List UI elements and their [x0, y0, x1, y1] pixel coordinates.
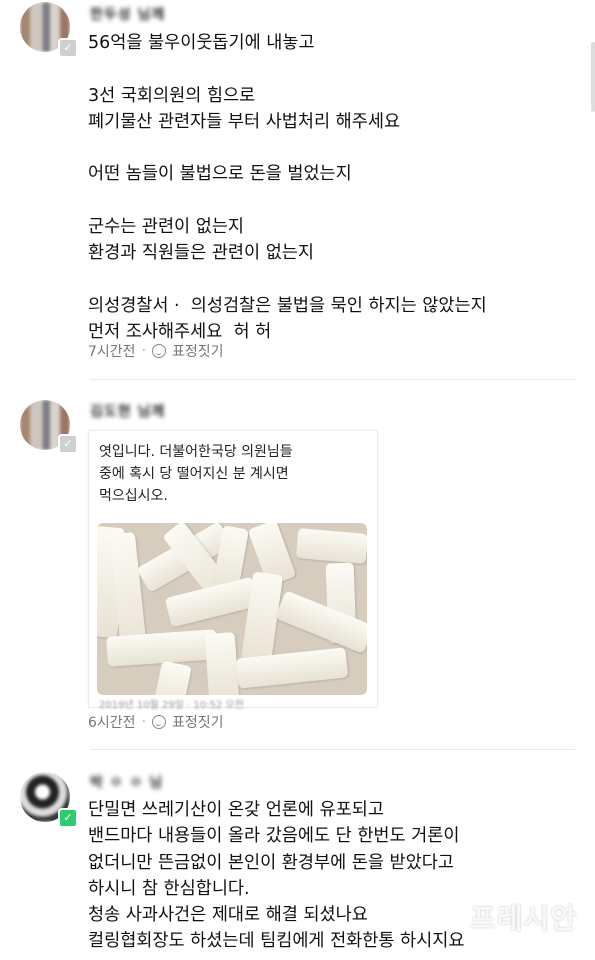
meta-separator: ·	[141, 714, 147, 730]
react-button[interactable]: 표정짓기	[172, 712, 224, 732]
image-caption: 엿입니다. 더불어한국당 의원님들 중에 혹시 당 떨어지신 분 계시면 먹으십…	[99, 444, 293, 504]
comment-text: 56억을 불우이웃돕기에 내놓고 3선 국회의원의 힘으로 폐기물산 관련자들 …	[88, 33, 487, 343]
author-name[interactable]: 김도현 님께	[90, 401, 165, 420]
smile-icon[interactable]	[152, 715, 167, 729]
react-button[interactable]: 표정짓기	[172, 341, 224, 361]
comment-text: 단밀면 쓰레기산이 온갖 언론에 유포되고 밴드마다 내용들이 올라 갔음에도 …	[88, 800, 465, 952]
level-badge-icon: ✓	[58, 38, 78, 58]
level-badge-icon: ✓	[58, 808, 78, 828]
comment-meta: 6시간전 · 표정짓기	[88, 712, 224, 732]
taffy-photo	[97, 523, 367, 695]
image-date: 2019년 10월 29일 · 10:52 오전	[99, 700, 244, 711]
divider	[90, 379, 575, 380]
level-badge-icon: ✓	[58, 434, 78, 454]
comment-meta: 7시간전 · 표정짓기	[88, 341, 224, 361]
comment-time: 6시간전	[88, 715, 136, 731]
comment-time: 7시간전	[88, 344, 136, 360]
author-name[interactable]: 한두성 님께	[90, 4, 165, 23]
watermark-logo: 프레시안	[469, 902, 577, 935]
attached-image[interactable]: 엿입니다. 더불어한국당 의원님들 중에 혹시 당 떨어지신 분 계시면 먹으십…	[88, 430, 378, 711]
smile-icon[interactable]	[152, 344, 167, 358]
author-name[interactable]: 박 ㅇ ㅇ 님	[90, 772, 163, 791]
meta-separator: ·	[141, 343, 147, 359]
scrollbar[interactable]	[591, 42, 595, 112]
divider	[90, 749, 575, 750]
